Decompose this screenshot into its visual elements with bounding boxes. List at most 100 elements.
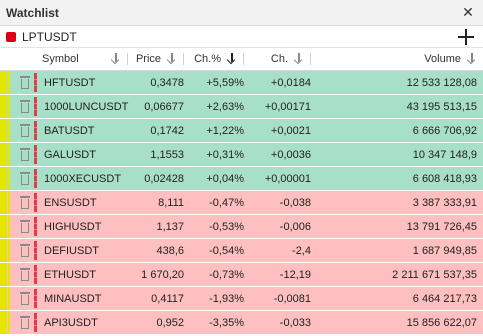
cell-change-pct: -3,35% bbox=[190, 310, 250, 335]
trash-icon[interactable] bbox=[20, 196, 30, 209]
watchlist-table: Symbol Price Ch.% Ch. Volume HFTUSDT 0,3… bbox=[0, 48, 483, 335]
group-color-edge bbox=[8, 263, 10, 286]
drag-handle-marker[interactable] bbox=[34, 217, 37, 236]
cell-change-pct: -0,47% bbox=[190, 190, 250, 215]
column-header-change-label: Ch. bbox=[270, 53, 288, 65]
table-row[interactable]: HIGHUSDT 1,137 -0,53% -0,006 13 791 726,45 bbox=[0, 214, 483, 239]
group-color-bar bbox=[0, 94, 12, 119]
delete-cell bbox=[12, 70, 38, 95]
window-title: Watchlist bbox=[6, 5, 59, 20]
cell-symbol[interactable]: HIGHUSDT bbox=[38, 214, 134, 239]
trash-icon[interactable] bbox=[20, 316, 30, 329]
cell-symbol[interactable]: MINAUSDT bbox=[38, 286, 134, 311]
drag-handle-marker[interactable] bbox=[34, 121, 37, 140]
cell-change-pct: -1,93% bbox=[190, 286, 250, 311]
trash-icon[interactable] bbox=[20, 220, 30, 233]
cell-symbol[interactable]: BATUSDT bbox=[38, 118, 134, 143]
cell-symbol[interactable]: 1000LUNCUSDT bbox=[38, 94, 134, 119]
group-color-edge bbox=[8, 191, 10, 214]
delete-cell bbox=[12, 286, 38, 311]
drag-handle-marker[interactable] bbox=[34, 289, 37, 308]
add-symbol-plus-icon[interactable] bbox=[457, 28, 475, 46]
group-color-bar bbox=[0, 214, 12, 239]
column-header-change-pct[interactable]: Ch.% bbox=[190, 48, 250, 71]
sort-arrow-down-icon bbox=[167, 53, 177, 65]
group-color-edge bbox=[8, 119, 10, 142]
cell-volume: 6 464 217,73 bbox=[317, 286, 483, 311]
group-color-marker bbox=[0, 119, 7, 142]
cell-symbol[interactable]: 1000XECUSDT bbox=[38, 166, 134, 191]
cell-change: -2,4 bbox=[250, 238, 317, 263]
cell-symbol[interactable]: ENSUSDT bbox=[38, 190, 134, 215]
group-color-marker bbox=[0, 311, 7, 334]
delete-cell bbox=[12, 166, 38, 191]
table-row[interactable]: 1000LUNCUSDT 0,06677 +2,63% +0,00171 43 195 … bbox=[0, 94, 483, 119]
cell-change: +0,0036 bbox=[250, 142, 317, 167]
cell-volume: 15 856 622,07 bbox=[317, 310, 483, 335]
symbol-color-icon bbox=[6, 31, 16, 42]
trash-icon[interactable] bbox=[20, 268, 30, 281]
group-color-marker bbox=[0, 191, 7, 214]
cell-symbol[interactable]: API3USDT bbox=[38, 310, 134, 335]
column-header-volume[interactable]: Volume bbox=[317, 48, 483, 71]
table-row[interactable]: API3USDT 0,952 -3,35% -0,033 15 856 622,07 bbox=[0, 310, 483, 335]
cell-volume: 10 347 148,9 bbox=[317, 142, 483, 167]
sort-arrow-down-icon bbox=[467, 53, 477, 65]
symbol-bar: LPTUSDT bbox=[0, 26, 483, 48]
table-row[interactable]: GALUSDT 1,1553 +0,31% +0,0036 10 347 148,9 bbox=[0, 142, 483, 167]
cell-change: -0,0081 bbox=[250, 286, 317, 311]
trash-icon[interactable] bbox=[20, 148, 30, 161]
drag-handle-marker[interactable] bbox=[34, 241, 37, 260]
table-row[interactable]: MINAUSDT 0,4117 -1,93% -0,0081 6 464 217,73 bbox=[0, 286, 483, 311]
group-color-bar bbox=[0, 286, 12, 311]
drag-handle-marker[interactable] bbox=[34, 265, 37, 284]
cell-price: 1,137 bbox=[134, 214, 190, 239]
delete-cell bbox=[12, 118, 38, 143]
cell-volume: 13 791 726,45 bbox=[317, 214, 483, 239]
group-color-marker bbox=[0, 263, 7, 286]
cell-change: +0,0021 bbox=[250, 118, 317, 143]
trash-icon[interactable] bbox=[20, 124, 30, 137]
group-color-bar bbox=[0, 70, 12, 95]
cell-volume: 2 211 671 537,35 bbox=[317, 262, 483, 287]
drag-handle-marker[interactable] bbox=[34, 313, 37, 332]
table-row[interactable]: DEFIUSDT 438,6 -0,54% -2,4 1 687 949,85 bbox=[0, 238, 483, 263]
trash-icon[interactable] bbox=[20, 172, 30, 185]
cell-symbol[interactable]: HFTUSDT bbox=[38, 70, 134, 95]
trash-icon[interactable] bbox=[20, 292, 30, 305]
drag-handle-marker[interactable] bbox=[34, 193, 37, 212]
drag-handle-marker[interactable] bbox=[34, 169, 37, 188]
group-color-marker bbox=[0, 239, 7, 262]
column-header-symbol[interactable]: Symbol bbox=[38, 48, 134, 71]
table-row[interactable]: ENSUSDT 8,111 -0,47% -0,038 3 387 333,91 bbox=[0, 190, 483, 215]
trash-icon[interactable] bbox=[20, 244, 30, 257]
column-header-change-pct-label: Ch.% bbox=[194, 53, 221, 65]
table-row[interactable]: HFTUSDT 0,3478 +5,59% +0,0184 12 533 128,08 bbox=[0, 70, 483, 95]
group-color-edge bbox=[8, 167, 10, 190]
column-header-volume-label: Volume bbox=[424, 53, 461, 65]
cell-symbol[interactable]: DEFIUSDT bbox=[38, 238, 134, 263]
delete-cell bbox=[12, 310, 38, 335]
close-icon[interactable]: ✕ bbox=[461, 4, 475, 20]
group-color-bar bbox=[0, 166, 12, 191]
column-header-change[interactable]: Ch. bbox=[250, 48, 317, 71]
cell-symbol[interactable]: GALUSDT bbox=[38, 142, 134, 167]
column-header-price-label: Price bbox=[135, 53, 161, 65]
trash-icon[interactable] bbox=[20, 100, 30, 113]
cell-change: +0,00171 bbox=[250, 94, 317, 119]
cell-price: 8,111 bbox=[134, 190, 190, 215]
drag-handle-marker[interactable] bbox=[34, 73, 37, 92]
group-color-edge bbox=[8, 215, 10, 238]
current-symbol[interactable]: LPTUSDT bbox=[22, 30, 77, 44]
cell-price: 0,3478 bbox=[134, 70, 190, 95]
trash-icon[interactable] bbox=[20, 76, 30, 89]
drag-handle-marker[interactable] bbox=[34, 145, 37, 164]
cell-change: -0,006 bbox=[250, 214, 317, 239]
column-header-price[interactable]: Price bbox=[134, 48, 190, 71]
cell-symbol[interactable]: ETHUSDT bbox=[38, 262, 134, 287]
sort-arrow-down-icon bbox=[111, 53, 121, 65]
table-row[interactable]: 1000XECUSDT 0,02428 +0,04% +0,00001 6 608 41… bbox=[0, 166, 483, 191]
table-row[interactable]: BATUSDT 0,1742 +1,22% +0,0021 6 666 706,92 bbox=[0, 118, 483, 143]
table-row[interactable]: ETHUSDT 1 670,20 -0,73% -12,19 2 211 671 537… bbox=[0, 262, 483, 287]
drag-handle-marker[interactable] bbox=[34, 97, 37, 116]
